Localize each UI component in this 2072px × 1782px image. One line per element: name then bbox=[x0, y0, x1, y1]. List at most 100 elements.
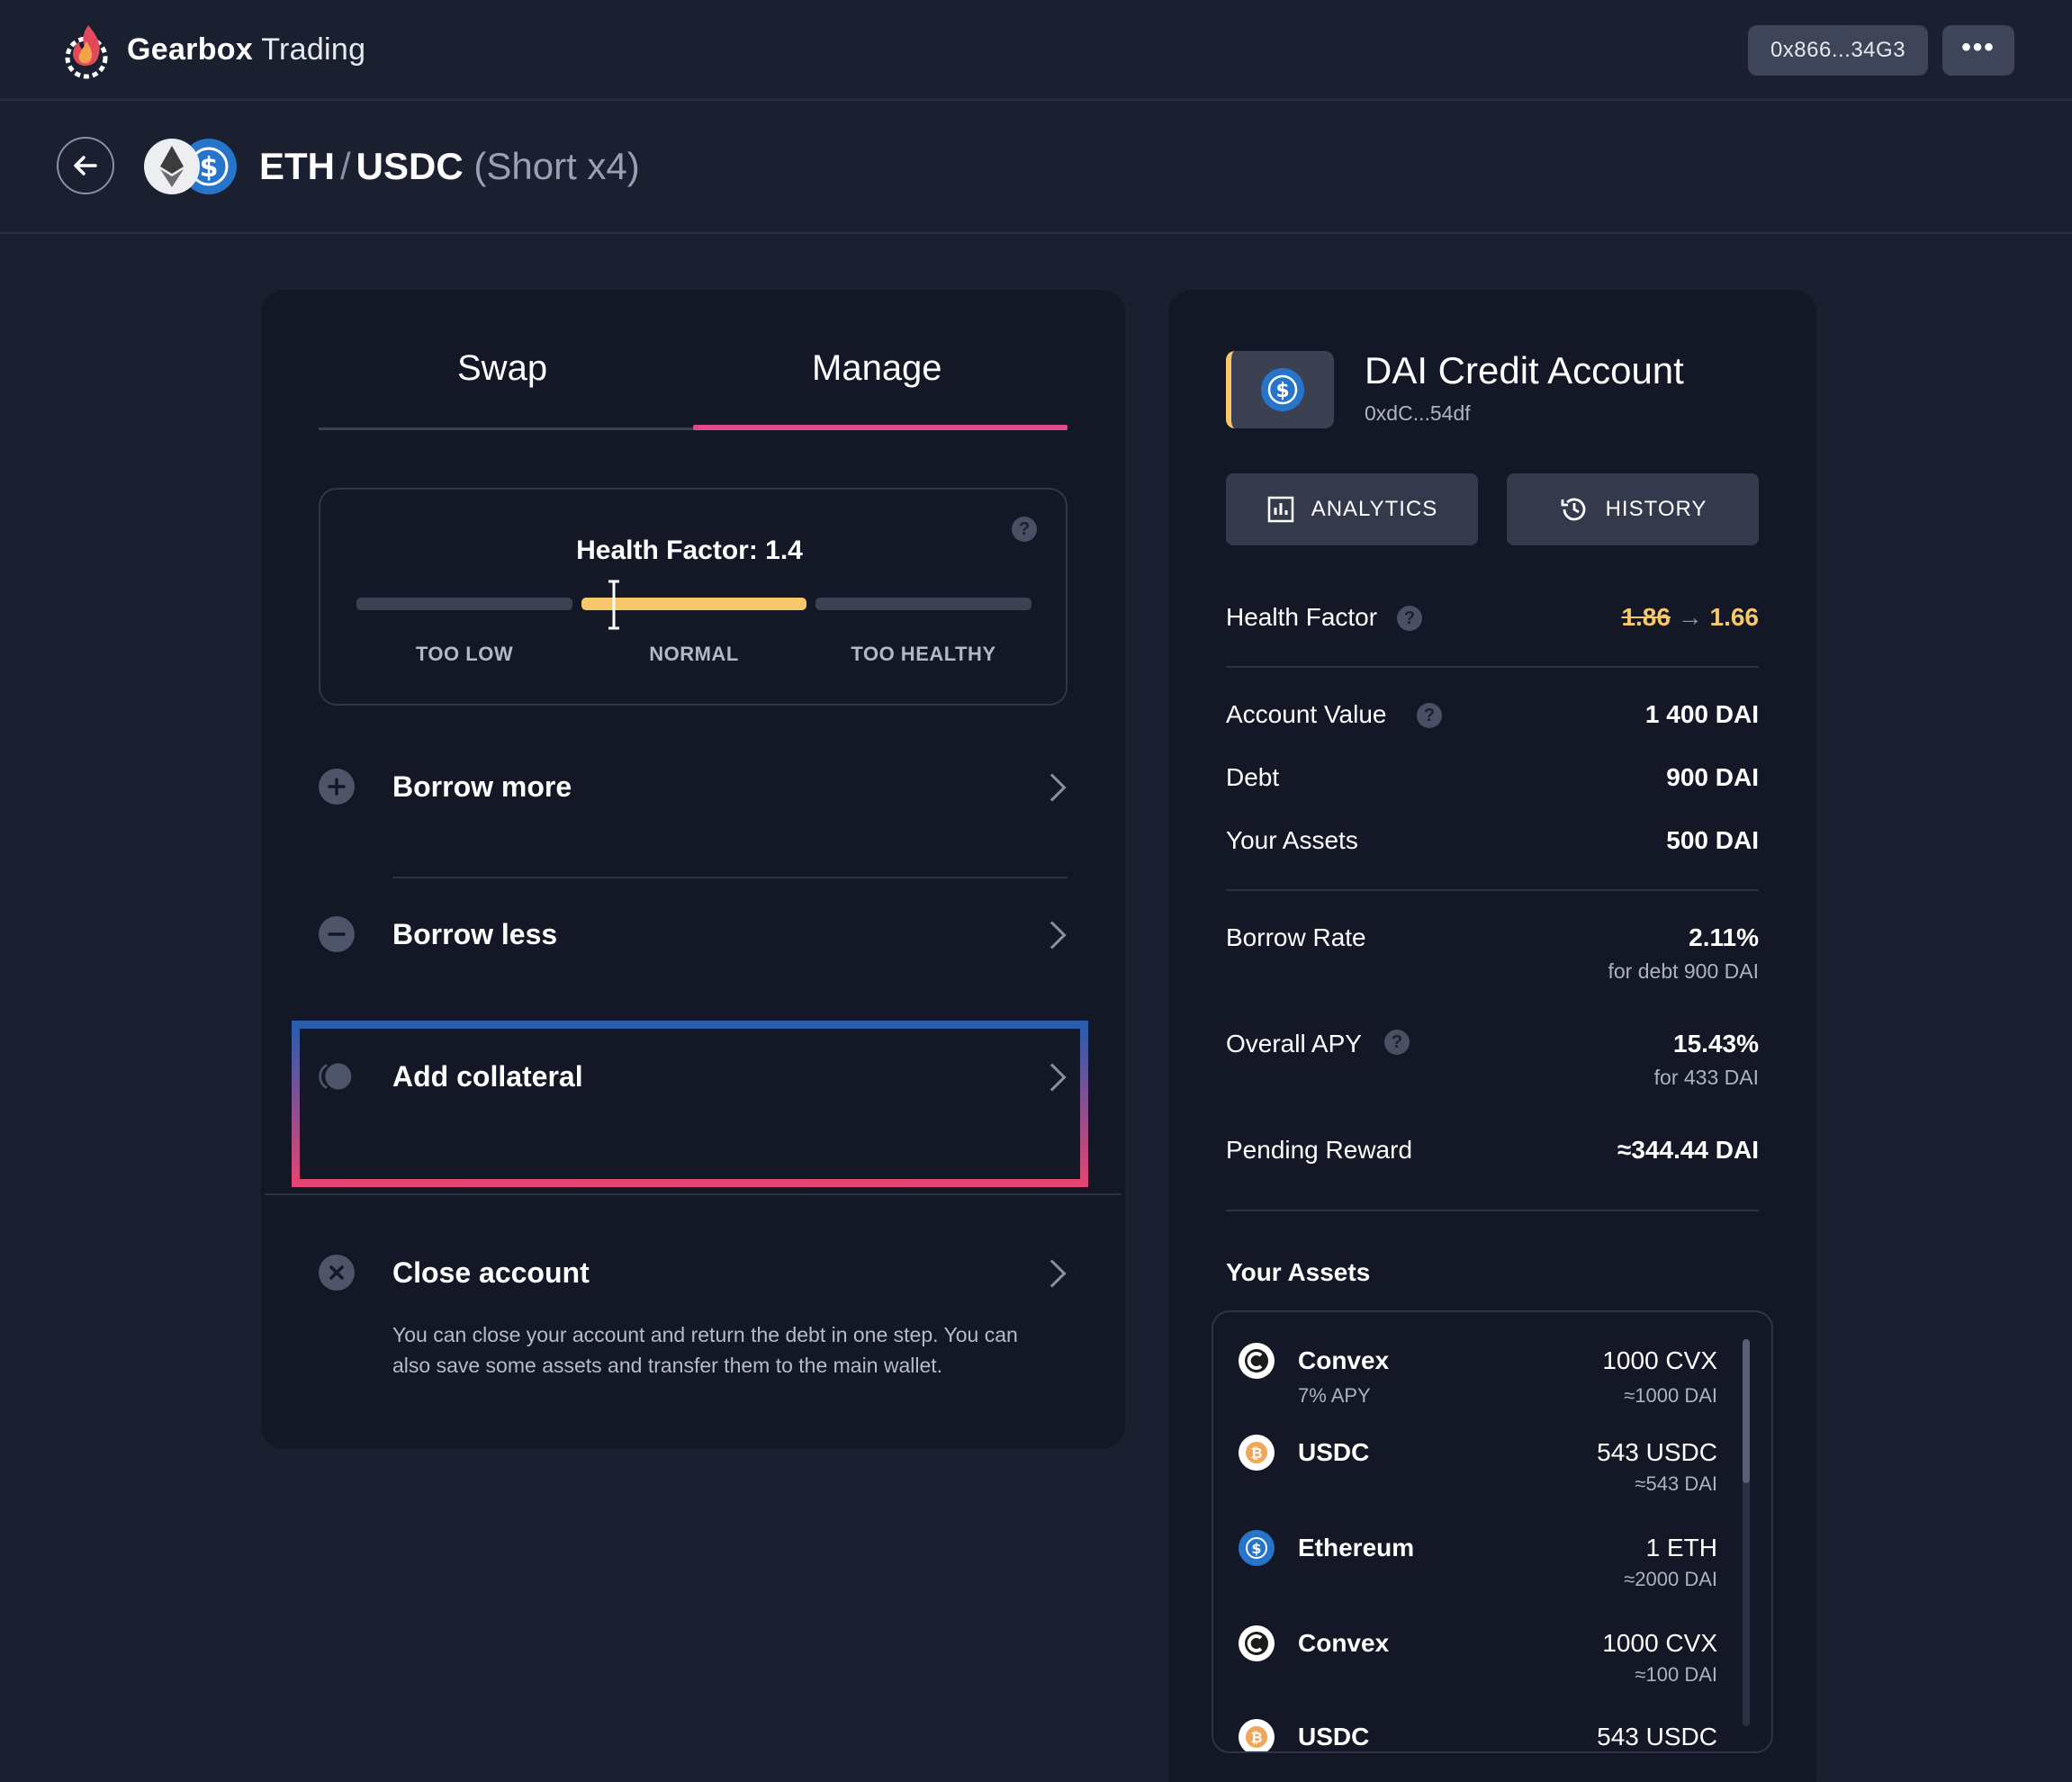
credit-account-panel: $ DAI Credit Account 0xdC...54df ANALYTI… bbox=[1168, 290, 1816, 1782]
borrow-rate-label: Borrow Rate bbox=[1226, 923, 1366, 951]
bitcoin-icon: ₿ bbox=[1239, 1435, 1275, 1471]
asset-amount: 1000 CVX bbox=[1602, 1346, 1717, 1374]
divider bbox=[1226, 666, 1759, 668]
usdc-icon: $ bbox=[1226, 351, 1334, 428]
text-cursor-icon bbox=[608, 580, 619, 630]
history-button[interactable]: HISTORY bbox=[1507, 473, 1759, 545]
overall-apy-sub: for 433 DAI bbox=[1653, 1066, 1759, 1089]
asset-amount: 1000 CVX bbox=[1602, 1629, 1717, 1657]
health-factor-value: 1.86 → 1.66 bbox=[1621, 601, 1759, 634]
history-icon bbox=[1561, 498, 1585, 521]
divider bbox=[1226, 889, 1759, 891]
list-item[interactable]: Convex 7% APY 1000 CVX ≈1000 DAI bbox=[1213, 1343, 1717, 1424]
asset-dai-value: ≈2000 DAI bbox=[1624, 1568, 1717, 1590]
pair-base: ETH bbox=[259, 145, 335, 187]
health-factor-widget: Health Factor: 1.4 ? TOO LOW NORMAL TOO … bbox=[319, 488, 1068, 706]
your-assets-value: 500 DAI bbox=[1666, 826, 1759, 854]
asset-apy: 7% APY bbox=[1298, 1384, 1371, 1407]
minus-circle-icon bbox=[319, 916, 355, 952]
asset-name: Convex bbox=[1298, 1346, 1390, 1374]
close-account-description: You can close your account and return th… bbox=[392, 1323, 1018, 1377]
borrow-rate-sub: for debt 900 DAI bbox=[1608, 959, 1760, 983]
asset-amount: 543 USDC bbox=[1597, 1723, 1717, 1750]
tab-swap[interactable]: Swap bbox=[457, 346, 547, 391]
tab-manage[interactable]: Manage bbox=[812, 346, 942, 391]
gearbox-logo-icon[interactable] bbox=[63, 20, 113, 79]
zone-label-too-healthy: TOO HEALTHY bbox=[851, 643, 996, 665]
health-factor-label: Health Factor bbox=[1226, 603, 1378, 631]
pair-quote: USDC bbox=[356, 145, 464, 187]
pair-separator: / bbox=[340, 145, 351, 187]
account-value-label: Account Value bbox=[1226, 700, 1387, 728]
health-factor-new: 1.66 bbox=[1709, 603, 1760, 631]
collateral-icon bbox=[319, 1058, 355, 1094]
svg-text:₿: ₿ bbox=[1250, 1444, 1262, 1462]
divider bbox=[265, 1193, 1122, 1195]
chevron-right-icon bbox=[1038, 1259, 1067, 1288]
assets-list[interactable]: Convex 7% APY 1000 CVX ≈1000 DAI ₿ USDC … bbox=[1212, 1310, 1773, 1753]
brand-bold: Gearbox bbox=[127, 32, 254, 67]
top-bar: Gearbox Trading 0x866...34G3 ••• bbox=[0, 0, 2072, 101]
help-icon[interactable]: ? bbox=[1417, 703, 1442, 728]
asset-dai-value: ≈543 DAI bbox=[1635, 1472, 1717, 1495]
history-label: HISTORY bbox=[1605, 497, 1707, 521]
pending-reward-value: ≈344.44 DAI bbox=[1617, 1136, 1759, 1164]
list-item[interactable]: $ Ethereum 1 ETH ≈2000 DAI bbox=[1213, 1530, 1717, 1611]
plus-circle-icon bbox=[319, 769, 355, 805]
svg-text:$: $ bbox=[1251, 1540, 1261, 1557]
analytics-label: ANALYTICS bbox=[1311, 497, 1438, 521]
asset-dai-value: ≈100 DAI bbox=[1635, 1663, 1717, 1686]
convex-icon bbox=[1239, 1625, 1275, 1661]
divider bbox=[1226, 1210, 1759, 1211]
borrow-more-label: Borrow more bbox=[392, 770, 572, 803]
wallet-address-button[interactable]: 0x866...34G3 bbox=[1748, 25, 1928, 76]
pending-reward-label: Pending Reward bbox=[1226, 1136, 1413, 1164]
analytics-button[interactable]: ANALYTICS bbox=[1226, 473, 1478, 545]
zone-label-normal: NORMAL bbox=[649, 643, 739, 665]
list-item[interactable]: ₿ USDC 543 USDC bbox=[1213, 1719, 1717, 1751]
convex-icon bbox=[1239, 1343, 1275, 1379]
overall-apy-label: Overall APY bbox=[1226, 1030, 1362, 1058]
borrow-more-action[interactable]: Borrow more bbox=[319, 763, 1068, 871]
asset-name: Convex bbox=[1298, 1629, 1390, 1657]
zone-too-low-bar bbox=[356, 598, 572, 610]
more-menu-button[interactable]: ••• bbox=[1942, 25, 2014, 76]
asset-name: USDC bbox=[1298, 1438, 1370, 1466]
account-title: DAI Credit Account bbox=[1365, 349, 1684, 392]
chart-icon bbox=[1267, 496, 1293, 523]
usdc-icon: $ bbox=[1239, 1530, 1275, 1566]
scrollbar-thumb[interactable] bbox=[1743, 1339, 1750, 1483]
position-type: (Short x4) bbox=[473, 145, 640, 187]
asset-name: USDC bbox=[1298, 1723, 1370, 1750]
account-value: 1 400 DAI bbox=[1644, 700, 1759, 728]
account-address[interactable]: 0xdC...54df bbox=[1365, 400, 1471, 427]
health-factor-title: Health Factor: 1.4 bbox=[576, 536, 803, 565]
asset-name: Ethereum bbox=[1298, 1534, 1415, 1562]
close-account-action[interactable]: Close account You can close your account… bbox=[319, 1249, 1068, 1411]
help-icon[interactable]: ? bbox=[1012, 517, 1037, 542]
page-title: ETH / USDC (Short x4) bbox=[259, 140, 640, 194]
bitcoin-icon: ₿ bbox=[1239, 1719, 1275, 1751]
borrow-rate-value: 2.11% bbox=[1689, 923, 1759, 951]
borrow-less-label: Borrow less bbox=[392, 918, 558, 950]
chevron-right-icon bbox=[1038, 773, 1067, 802]
back-button[interactable] bbox=[57, 137, 114, 194]
help-icon[interactable]: ? bbox=[1384, 1030, 1410, 1055]
svg-text:$: $ bbox=[1275, 380, 1289, 402]
borrow-less-action[interactable]: Borrow less bbox=[319, 911, 1068, 1019]
selection-highlight bbox=[292, 1021, 1088, 1187]
add-collateral-action[interactable]: Add collateral bbox=[292, 1021, 1088, 1188]
active-tab-indicator bbox=[693, 425, 1068, 430]
asset-amount: 1 ETH bbox=[1645, 1534, 1717, 1562]
your-assets-heading: Your Assets bbox=[1226, 1258, 1371, 1286]
help-icon[interactable]: ? bbox=[1397, 606, 1422, 631]
list-item[interactable]: ₿ USDC 543 USDC ≈543 DAI bbox=[1213, 1435, 1717, 1516]
pair-icons: $ bbox=[142, 137, 241, 196]
close-circle-icon bbox=[319, 1255, 355, 1291]
asset-dai-value: ≈1000 DAI bbox=[1624, 1384, 1717, 1407]
list-item[interactable]: Convex 1000 CVX ≈100 DAI bbox=[1213, 1625, 1717, 1706]
arrow-left-icon bbox=[74, 156, 97, 176]
zone-label-too-low: TOO LOW bbox=[415, 643, 514, 665]
divider bbox=[392, 877, 1068, 878]
brand-name[interactable]: Gearbox Trading bbox=[127, 29, 365, 70]
